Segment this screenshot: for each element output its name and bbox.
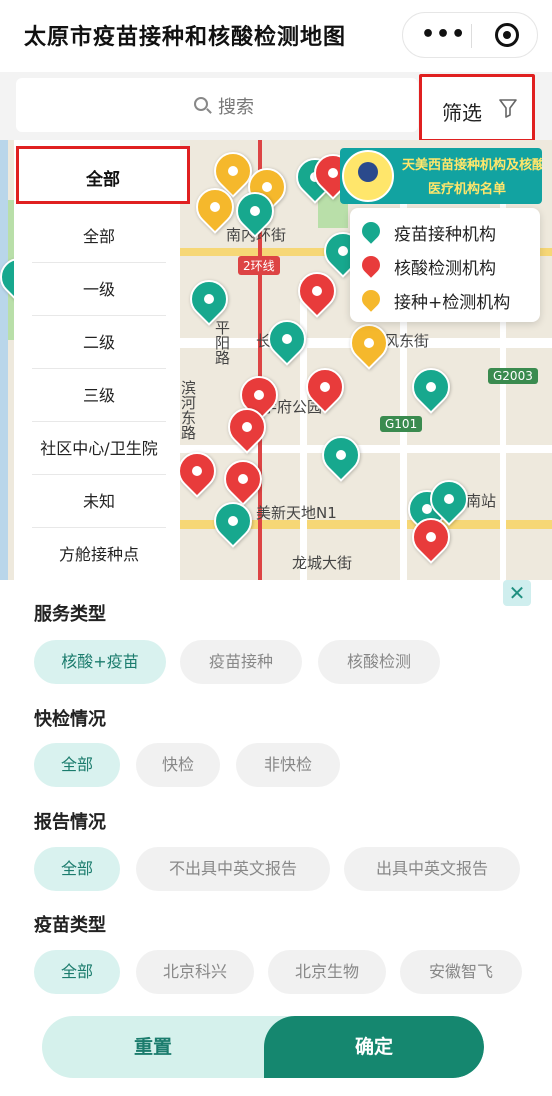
chip-report-option[interactable]: 全部	[34, 847, 120, 891]
close-icon[interactable]: ✕	[503, 580, 531, 606]
red-pin-icon	[358, 252, 384, 278]
chip-report-option[interactable]: 出具中英文报告	[344, 847, 520, 891]
map-pin[interactable]	[342, 316, 396, 370]
reset-button[interactable]: 重置	[42, 1016, 264, 1078]
legend-label: 疫苗接种机构	[394, 225, 496, 245]
section-title-service: 服务类型	[34, 604, 106, 625]
map-legend: 疫苗接种机构 核酸检测机构 接种+检测机构	[350, 208, 540, 322]
target-circle-icon[interactable]	[495, 23, 519, 47]
level-selected[interactable]: 全部	[16, 146, 190, 204]
road	[180, 445, 552, 453]
level-option[interactable]: 三级	[32, 369, 166, 422]
level-dropdown: 全部 全部 一级 二级 三级 社区中心/卫生院 未知 方舱接种点	[14, 140, 190, 581]
level-option[interactable]: 全部	[32, 210, 166, 263]
map-label: 美新天地N1	[256, 504, 337, 522]
level-selected-label: 全部	[86, 170, 120, 190]
chip-service-option[interactable]: 核酸检测	[318, 640, 440, 684]
yellow-pin-icon	[358, 286, 384, 312]
level-option[interactable]: 社区中心/卫生院	[32, 422, 166, 475]
banner-text: 医疗机构名单	[428, 182, 507, 197]
level-option[interactable]: 方舱接种点	[32, 528, 166, 581]
level-option[interactable]: 未知	[32, 475, 166, 528]
map-label: 2环线	[238, 256, 280, 275]
promo-banner[interactable]: 天美西苗接种机构及核酸检测 医疗机构名单	[340, 148, 542, 204]
map-label: 南站	[466, 492, 497, 510]
map-pin[interactable]	[404, 360, 458, 414]
chip-quick-option[interactable]: 全部	[34, 743, 120, 787]
chip-vaccine-option[interactable]: 北京生物	[268, 950, 386, 994]
map-pin[interactable]	[314, 428, 368, 482]
chip-service-option[interactable]: 核酸+疫苗	[34, 640, 166, 684]
page-title: 太原市疫苗接种和核酸检测地图	[24, 25, 347, 50]
legend-label: 核酸检测机构	[394, 259, 496, 279]
app-header: 太原市疫苗接种和核酸检测地图 •••	[0, 0, 552, 72]
search-input[interactable]: 搜索	[16, 78, 418, 132]
mini-program-capsule: •••	[402, 12, 538, 58]
action-bar: 重置 确定	[42, 1016, 484, 1078]
capsule-divider	[471, 24, 472, 48]
chip-service-option[interactable]: 疫苗接种	[180, 640, 302, 684]
chip-quick-option[interactable]: 快检	[136, 743, 220, 787]
funnel-icon	[499, 99, 517, 118]
legend-label: 接种+检测机构	[394, 293, 511, 313]
section-title-report: 报告情况	[34, 812, 106, 833]
chip-quick-option[interactable]: 非快检	[236, 743, 340, 787]
map-label: 平阳路	[213, 320, 231, 365]
map-label: G2003	[488, 368, 538, 384]
filter-button[interactable]: 筛选	[419, 74, 535, 142]
chip-vaccine-option[interactable]: 安徽智飞	[400, 950, 522, 994]
map-pin[interactable]	[290, 264, 344, 318]
banner-text: 天美西苗接种机构及核酸检测	[402, 158, 542, 173]
more-dots-icon[interactable]: •••	[421, 22, 466, 47]
chip-vaccine-option[interactable]: 全部	[34, 950, 120, 994]
search-bar: 搜索 筛选	[0, 72, 552, 142]
chip-report-option[interactable]: 不出具中英文报告	[136, 847, 330, 891]
section-title-quick: 快检情况	[34, 709, 106, 730]
map-label: 风东街	[384, 332, 430, 350]
map-pin[interactable]	[206, 494, 260, 548]
map-pin[interactable]	[182, 272, 236, 326]
search-icon	[194, 97, 208, 111]
level-option[interactable]: 一级	[32, 263, 166, 316]
river	[0, 140, 8, 580]
doctor-illustration	[342, 150, 394, 202]
search-placeholder: 搜索	[218, 97, 254, 118]
chip-vaccine-option[interactable]: 北京科兴	[136, 950, 254, 994]
road	[300, 280, 307, 580]
teal-pin-icon	[358, 218, 384, 244]
level-option[interactable]: 二级	[32, 316, 166, 369]
map-label: G101	[380, 416, 423, 432]
section-title-vaccine: 疫苗类型	[34, 915, 106, 936]
confirm-button[interactable]: 确定	[264, 1016, 484, 1078]
map-label: 滨河东路	[179, 380, 197, 440]
filter-label: 筛选	[442, 101, 482, 125]
map-label: 龙城大街	[292, 554, 353, 572]
